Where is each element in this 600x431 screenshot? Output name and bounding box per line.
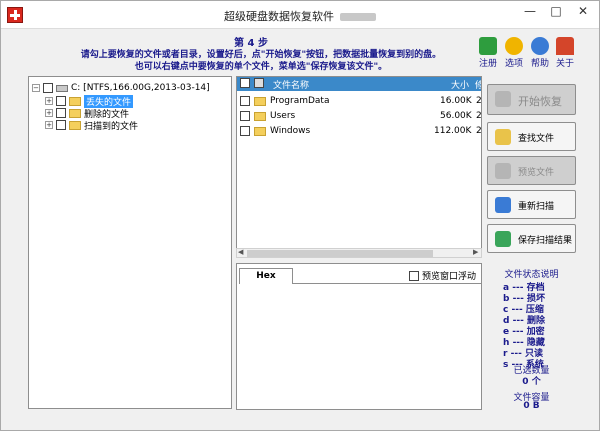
- preview-file-label: 预览文件: [518, 168, 555, 178]
- row-name: ProgramData: [270, 96, 330, 106]
- expand-toggle-icon[interactable]: +: [45, 109, 53, 117]
- about-label: 关于: [555, 59, 574, 69]
- legend-item: e --- 加密: [503, 327, 545, 337]
- options-tool[interactable]: 选项: [503, 37, 525, 69]
- preview-float-checkbox[interactable]: [409, 270, 419, 281]
- tree-item-lost[interactable]: + 丢失的文件: [45, 94, 134, 108]
- row-checkbox[interactable]: [240, 126, 250, 136]
- preview-float-label: 预览窗口浮动: [422, 272, 477, 282]
- legend-title: 文件状态说明: [504, 270, 559, 280]
- tree-root[interactable]: − C: [NTFS,166.00G,2013-03-14]: [32, 82, 210, 94]
- folder-icon: [69, 96, 81, 106]
- folder-icon: [69, 108, 81, 118]
- tree-item-scanned[interactable]: + 扫描到的文件: [45, 119, 139, 132]
- row-checkbox[interactable]: [240, 111, 250, 121]
- preview-icon: [495, 163, 511, 179]
- row-name: Windows: [270, 126, 311, 136]
- select-all-checkbox[interactable]: [240, 78, 250, 88]
- selected-count-value: 0 个: [522, 377, 541, 387]
- rescan-label: 重新扫描: [518, 202, 555, 212]
- folder-icon: [254, 112, 266, 121]
- save-scan-label: 保存扫描结果: [518, 236, 573, 246]
- col-header-name[interactable]: 文件名称: [273, 78, 309, 91]
- select-all-alt-checkbox[interactable]: [254, 78, 264, 88]
- tree-checkbox[interactable]: [56, 96, 66, 106]
- tree-checkbox[interactable]: [56, 108, 66, 118]
- row-extra: 2: [476, 96, 482, 106]
- tree-checkbox[interactable]: [43, 83, 53, 93]
- options-label: 选项: [504, 59, 523, 69]
- recover-icon: [495, 91, 511, 107]
- help-icon: [531, 37, 549, 55]
- legend-item: r --- 只读: [503, 349, 543, 359]
- tab-hex[interactable]: Hex: [239, 268, 293, 284]
- preview-float-toggle[interactable]: 预览窗口浮动: [409, 269, 476, 282]
- expand-toggle-icon[interactable]: +: [45, 121, 53, 129]
- register-tool[interactable]: 注册: [477, 37, 499, 69]
- drive-icon: [56, 84, 68, 92]
- version-blurred: [340, 13, 376, 21]
- close-button[interactable]: ✕: [569, 1, 597, 23]
- table-row[interactable]: ProgramData 16.00K 2: [237, 95, 481, 108]
- expand-toggle-icon[interactable]: +: [45, 97, 53, 105]
- help-tool[interactable]: 帮助: [529, 37, 551, 69]
- scroll-right-icon[interactable]: ▶: [473, 248, 478, 256]
- app-window: 超级硬盘数据恢复软件 — □ ✕ 第 4 步 请勾上要恢复的文件或者目录，设置好…: [0, 0, 600, 431]
- cart-icon: [479, 37, 497, 55]
- start-recover-label: 开始恢复: [518, 95, 562, 108]
- folder-tree[interactable]: − C: [NTFS,166.00G,2013-03-14] + 丢失的文件 +…: [28, 76, 232, 409]
- file-list-header: 文件名称 大小 修: [237, 77, 481, 91]
- tree-checkbox[interactable]: [56, 120, 66, 130]
- save-arrow-icon: [495, 231, 511, 247]
- row-size: 112.00K: [434, 126, 472, 136]
- folder-icon: [254, 127, 266, 136]
- legend-item: d --- 删除: [503, 316, 545, 326]
- help-label: 帮助: [530, 59, 549, 69]
- legend-item: h --- 隐藏: [503, 338, 545, 348]
- table-row[interactable]: Windows 112.00K 2: [237, 125, 481, 138]
- folder-icon: [69, 120, 81, 130]
- table-row[interactable]: Users 56.00K 2: [237, 110, 481, 123]
- capacity-value: 0 B: [523, 401, 540, 411]
- register-label: 注册: [478, 59, 497, 69]
- col-header-extra[interactable]: 修: [475, 78, 481, 91]
- preview-file-button[interactable]: 预览文件: [487, 156, 576, 185]
- find-file-label: 查找文件: [518, 134, 555, 144]
- minimize-button[interactable]: —: [517, 1, 543, 23]
- instruction-line-2: 也可以右键点中要恢复的单个文件，菜单选"保存恢复该文件"。: [134, 62, 388, 72]
- window-title: 超级硬盘数据恢复软件: [224, 10, 334, 23]
- house-icon: [556, 37, 574, 55]
- scroll-thumb[interactable]: [247, 250, 433, 257]
- row-extra: 2: [476, 126, 482, 136]
- legend-item: a --- 存档: [503, 283, 545, 293]
- search-file-icon: [495, 129, 511, 145]
- plus-icon: [495, 197, 511, 213]
- about-tool[interactable]: 关于: [554, 37, 576, 69]
- rescan-button[interactable]: 重新扫描: [487, 190, 576, 219]
- hex-preview[interactable]: Hex 预览窗口浮动: [236, 263, 482, 410]
- tree-root-label: C: [NTFS,166.00G,2013-03-14]: [71, 83, 210, 93]
- row-extra: 2: [476, 111, 482, 121]
- row-name: Users: [270, 111, 296, 121]
- title-bar[interactable]: 超级硬盘数据恢复软件 — □ ✕: [1, 1, 599, 29]
- gear-icon: [505, 37, 523, 55]
- tree-item-label: 扫描到的文件: [84, 121, 139, 132]
- col-header-size[interactable]: 大小: [451, 78, 469, 91]
- find-file-button[interactable]: 查找文件: [487, 122, 576, 151]
- row-size: 16.00K: [440, 96, 472, 106]
- save-scan-button[interactable]: 保存扫描结果: [487, 224, 576, 253]
- row-checkbox[interactable]: [240, 96, 250, 106]
- maximize-button[interactable]: □: [543, 1, 569, 23]
- file-list-scrollbar[interactable]: ◀ ▶: [236, 248, 482, 258]
- scroll-left-icon[interactable]: ◀: [238, 248, 243, 256]
- row-size: 56.00K: [440, 111, 472, 121]
- legend-item: c --- 压缩: [503, 305, 544, 315]
- start-recover-button[interactable]: 开始恢复: [487, 84, 576, 115]
- legend-item: b --- 损坏: [503, 294, 545, 304]
- file-list[interactable]: 文件名称 大小 修 ProgramData 16.00K 2 Users 56.…: [236, 76, 482, 257]
- tree-item-deleted[interactable]: + 删除的文件: [45, 107, 129, 120]
- folder-icon: [254, 97, 266, 106]
- collapse-toggle-icon[interactable]: −: [32, 84, 40, 92]
